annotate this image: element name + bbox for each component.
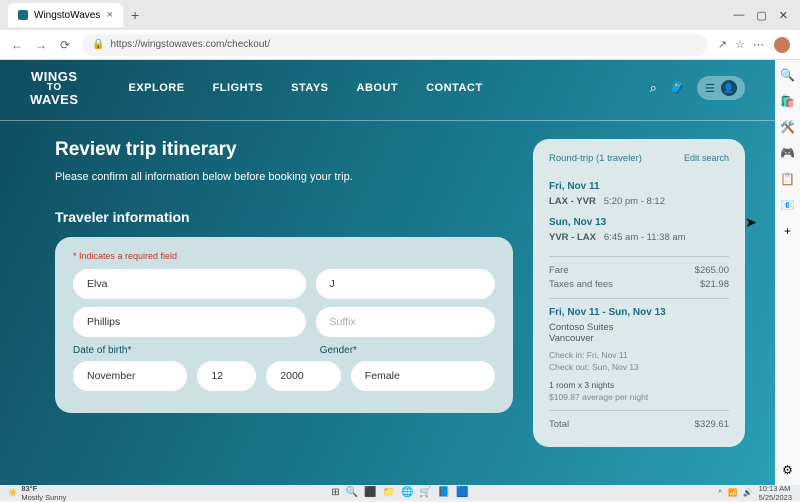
dob-month-select[interactable]: November bbox=[73, 361, 187, 391]
profile-avatar[interactable] bbox=[774, 37, 790, 53]
refresh-button[interactable]: ⟳ bbox=[58, 38, 72, 52]
mouse-cursor: ➤ bbox=[745, 214, 757, 231]
dob-label: Date of birth* bbox=[73, 345, 310, 356]
user-avatar-icon: 👤 bbox=[721, 80, 737, 96]
url-text: https://wingstowaves.com/checkout/ bbox=[110, 39, 270, 50]
nav-links: EXPLORE FLIGHTS STAYS ABOUT CONTACT bbox=[129, 82, 483, 94]
dob-day-select[interactable]: 12 bbox=[197, 361, 256, 391]
favicon-icon bbox=[18, 10, 28, 20]
minimize-button[interactable]: — bbox=[733, 9, 744, 22]
reader-icon[interactable]: ↗ bbox=[718, 38, 727, 51]
checkout-line: Check out: Sun, Nov 13 bbox=[549, 362, 729, 372]
nav-contact[interactable]: CONTACT bbox=[426, 82, 482, 94]
site-header: WINGS TO WAVES EXPLORE FLIGHTS STAYS ABO… bbox=[0, 60, 775, 116]
page-subtitle: Please confirm all information below bef… bbox=[55, 171, 513, 183]
return-date: Sun, Nov 13 bbox=[549, 217, 729, 228]
burger-icon: ☰ bbox=[705, 82, 715, 95]
app-icon[interactable]: 🟦 bbox=[456, 487, 468, 498]
page-title: Review trip itinerary bbox=[55, 139, 513, 161]
sidebar-office-icon[interactable]: 📋 bbox=[780, 172, 795, 186]
required-hint: * Indicates a required field bbox=[73, 251, 495, 261]
lock-icon: 🔒 bbox=[92, 39, 104, 50]
edge-icon[interactable]: 🌐 bbox=[401, 487, 413, 498]
forward-button[interactable]: → bbox=[34, 38, 48, 52]
trip-type: Round-trip (1 traveler) bbox=[549, 153, 642, 164]
weather-widget[interactable]: ☀️ 83°FMostly Sunny bbox=[8, 484, 66, 502]
first-name-input[interactable]: Elva bbox=[73, 269, 306, 299]
back-button[interactable]: ← bbox=[10, 38, 24, 52]
gender-label: Gender* bbox=[320, 345, 495, 356]
edit-search-link[interactable]: Edit search bbox=[684, 153, 729, 164]
nav-about[interactable]: ABOUT bbox=[357, 82, 399, 94]
page-content: WINGS TO WAVES EXPLORE FLIGHTS STAYS ABO… bbox=[0, 60, 775, 485]
sidebar-games-icon[interactable]: 🎮 bbox=[780, 146, 795, 160]
total-line: Total$329.61 bbox=[549, 419, 729, 430]
gender-select[interactable]: Female bbox=[351, 361, 495, 391]
summary-divider bbox=[549, 298, 729, 299]
outbound-date: Fri, Nov 11 bbox=[549, 181, 729, 192]
tax-line: Taxes and fees$21.98 bbox=[549, 279, 729, 290]
nav-flights[interactable]: FLIGHTS bbox=[213, 82, 264, 94]
nav-explore[interactable]: EXPLORE bbox=[129, 82, 185, 94]
nav-stays[interactable]: STAYS bbox=[291, 82, 328, 94]
sun-icon: ☀️ bbox=[8, 488, 17, 497]
sidebar-shopping-icon[interactable]: 🛍️ bbox=[780, 94, 795, 108]
trip-summary-card: Round-trip (1 traveler) Edit search Fri,… bbox=[533, 139, 745, 447]
last-name-input[interactable]: Phillips bbox=[73, 307, 306, 337]
summary-divider bbox=[549, 256, 729, 257]
close-window-button[interactable]: ✕ bbox=[779, 9, 788, 22]
clock[interactable]: 10:13 AM5/25/2023 bbox=[759, 484, 792, 502]
sidebar-add-icon[interactable]: + bbox=[784, 224, 791, 238]
outbound-leg: LAX - YVR 5:20 pm - 8:12 bbox=[549, 196, 729, 207]
checkin-line: Check in: Fri, Nov 11 bbox=[549, 350, 729, 360]
edge-sidebar: 🔍 🛍️ 🛠️ 🎮 📋 📧 + ⚙ bbox=[775, 60, 800, 485]
explorer-icon[interactable]: 📁 bbox=[383, 487, 395, 498]
favorites-icon[interactable]: ☆ bbox=[735, 38, 745, 51]
volume-icon[interactable]: 🔊 bbox=[743, 488, 752, 497]
stay-dates: Fri, Nov 11 - Sun, Nov 13 bbox=[549, 307, 729, 318]
room-info: 1 room x 3 nights bbox=[549, 380, 729, 390]
browser-tab[interactable]: WingstoWaves × bbox=[8, 3, 123, 27]
room-rate: $109.87 average per night bbox=[549, 392, 729, 402]
user-menu[interactable]: ☰ 👤 bbox=[697, 76, 745, 100]
return-leg: YVR - LAX 6:45 am - 11:38 am bbox=[549, 232, 729, 243]
new-tab-button[interactable]: + bbox=[131, 7, 139, 23]
maximize-button[interactable]: ▢ bbox=[756, 9, 766, 22]
traveler-card: * Indicates a required field Elva J Phil… bbox=[55, 237, 513, 413]
tray-chevron-icon[interactable]: ^ bbox=[718, 488, 722, 497]
hotel-info: Contoso SuitesVancouver bbox=[549, 322, 729, 344]
summary-divider bbox=[549, 410, 729, 411]
luggage-icon[interactable]: 🧳 bbox=[669, 80, 685, 96]
start-button[interactable]: ⊞ bbox=[331, 487, 339, 498]
window-titlebar: WingstoWaves × + — ▢ ✕ bbox=[0, 0, 800, 30]
dob-year-select[interactable]: 2000 bbox=[266, 361, 340, 391]
middle-name-input[interactable]: J bbox=[316, 269, 495, 299]
sidebar-outlook-icon[interactable]: 📧 bbox=[780, 198, 795, 212]
store-icon[interactable]: 🛒 bbox=[419, 487, 431, 498]
sidebar-search-icon[interactable]: 🔍 bbox=[780, 68, 795, 82]
fare-line: Fare$265.00 bbox=[549, 265, 729, 276]
url-input[interactable]: 🔒 https://wingstowaves.com/checkout/ bbox=[82, 34, 708, 56]
section-title: Traveler information bbox=[55, 209, 513, 225]
search-icon[interactable]: ⌕ bbox=[650, 80, 657, 96]
site-logo[interactable]: WINGS TO WAVES bbox=[30, 70, 79, 106]
task-view-icon[interactable]: ⬛ bbox=[364, 487, 376, 498]
sidebar-settings-icon[interactable]: ⚙ bbox=[782, 463, 793, 477]
menu-icon[interactable]: ⋯ bbox=[753, 38, 764, 51]
word-icon[interactable]: 📘 bbox=[438, 487, 450, 498]
tab-title: WingstoWaves bbox=[34, 10, 100, 21]
wifi-icon[interactable]: 📶 bbox=[728, 488, 737, 497]
taskbar: ☀️ 83°FMostly Sunny ⊞ 🔍 ⬛ 📁 🌐 🛒 📘 🟦 ^ 📶 … bbox=[0, 485, 800, 500]
taskbar-search-icon[interactable]: 🔍 bbox=[346, 487, 358, 498]
sidebar-tools-icon[interactable]: 🛠️ bbox=[780, 120, 795, 134]
address-bar: ← → ⟳ 🔒 https://wingstowaves.com/checkou… bbox=[0, 30, 800, 60]
tab-close-icon[interactable]: × bbox=[107, 9, 113, 21]
suffix-input[interactable]: Suffix bbox=[316, 307, 495, 337]
